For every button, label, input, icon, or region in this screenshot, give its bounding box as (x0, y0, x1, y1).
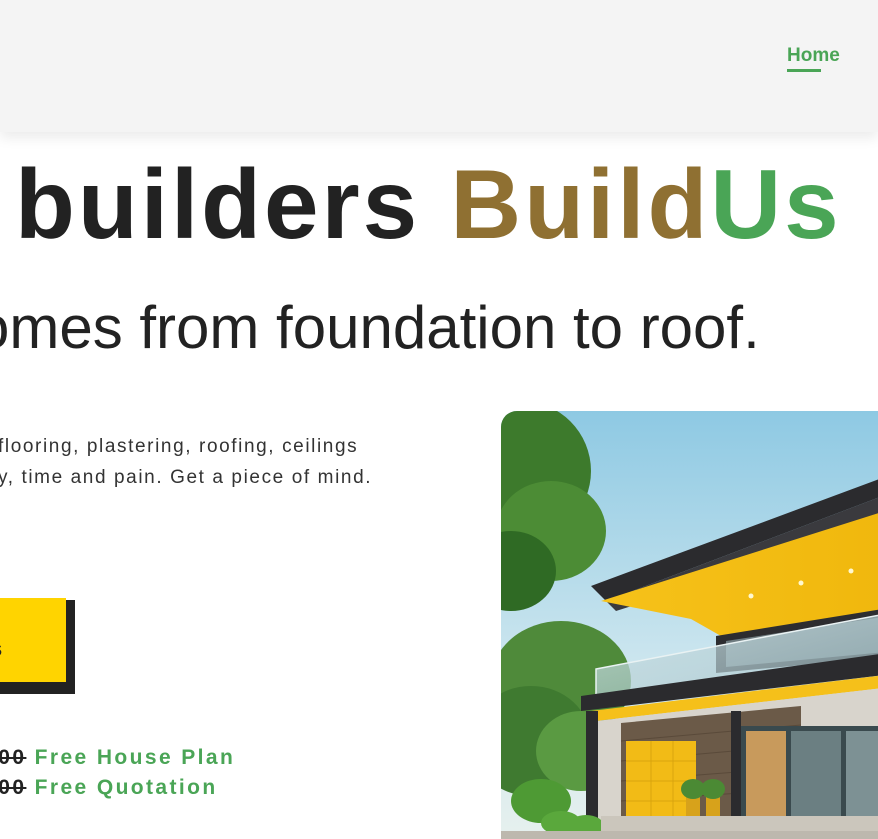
hero-house-image (501, 411, 878, 839)
hero-title-build: Build (450, 149, 711, 259)
nav-active-indicator (787, 69, 821, 72)
hero-subtitle: omes from foundation to roof. (0, 294, 760, 361)
site-header: Home (0, 0, 878, 132)
landing-page: Home builders BuildUs omes from foundati… (0, 0, 878, 839)
offer-label: Free Quotation (34, 776, 218, 799)
offer-item: .00 Free Quotation (0, 776, 218, 800)
hero-description-line: flooring, plastering, roofing, ceilings (0, 436, 359, 457)
nav-home-link[interactable]: Home (787, 45, 840, 67)
offer-old-price: .00 (0, 776, 27, 799)
hero-description-line: y, time and pain. Get a piece of mind. (0, 467, 373, 488)
hero-title-us: Us (710, 149, 842, 259)
hero-title-builders: builders (15, 149, 451, 259)
offer-label: Free House Plan (34, 746, 236, 769)
offer-item: .00 Free House Plan (0, 746, 235, 770)
hero-title: builders BuildUs (15, 149, 842, 259)
modern-house-icon (501, 411, 878, 839)
cta-button[interactable] (0, 598, 66, 682)
hero-description: flooring, plastering, roofing, ceilings … (0, 431, 372, 493)
offer-old-price: .00 (0, 746, 27, 769)
cta-button-label: s (0, 636, 2, 662)
